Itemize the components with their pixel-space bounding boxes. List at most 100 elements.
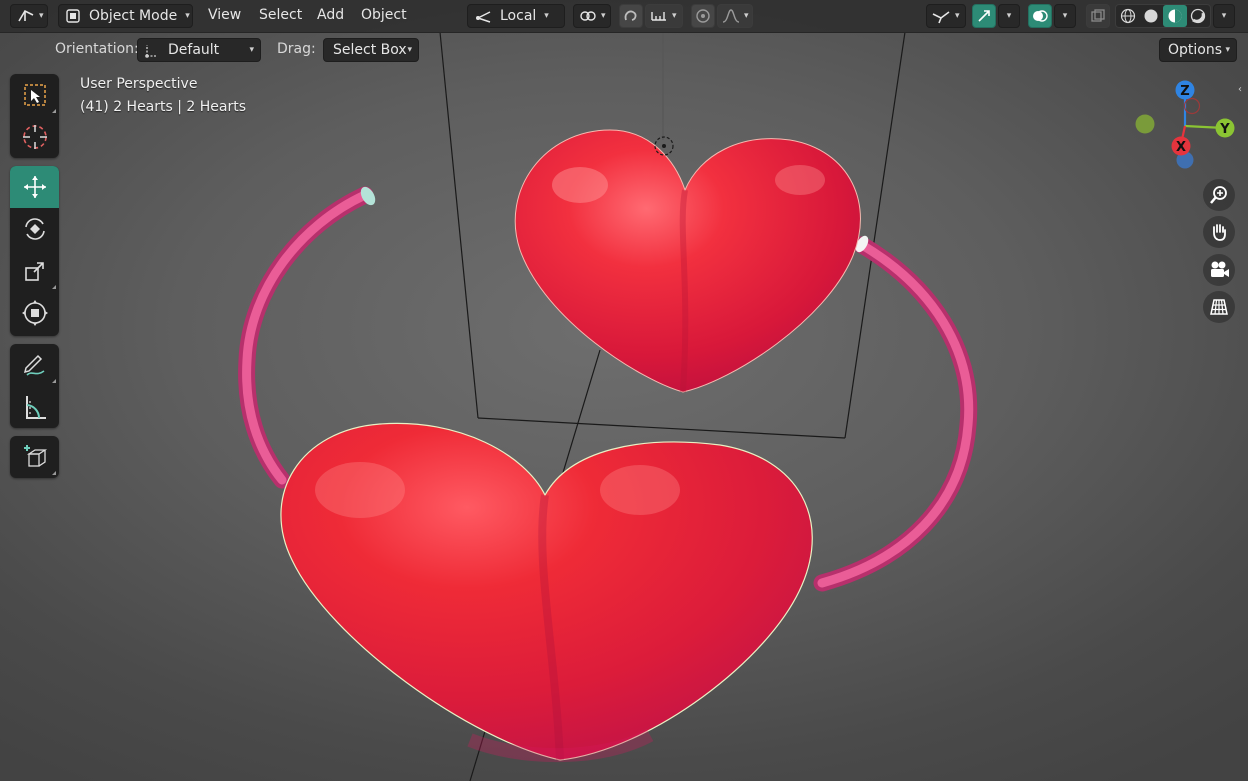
chevron-down-icon: ▾ [672, 11, 677, 21]
rendered-shading-button[interactable] [1187, 8, 1211, 24]
gizmo-dropdown[interactable]: ▾ [998, 4, 1020, 28]
falloff-dropdown[interactable]: ▾ [717, 4, 753, 28]
snap-target-dropdown[interactable]: ▾ [645, 4, 683, 28]
orientation-dropdown[interactable]: Default ▾ [137, 38, 261, 62]
proportional-edit-icon [696, 9, 710, 23]
shading-mode-group [1115, 4, 1211, 28]
pan-button[interactable] [1203, 216, 1235, 248]
chevron-down-icon: ▾ [1062, 11, 1068, 21]
editor-type-button[interactable]: ▾ [10, 4, 48, 28]
gizmo-axis-x[interactable]: X [1171, 136, 1191, 156]
scene-render [238, 31, 978, 781]
sidebar-toggle-arrow-icon[interactable]: ‹ [1238, 84, 1242, 95]
add-cube-tool[interactable] [10, 436, 59, 478]
xray-toggle[interactable] [1086, 4, 1110, 28]
tool-group-select [10, 74, 59, 158]
proportional-edit-toggle[interactable] [691, 4, 715, 28]
grid-icon [1210, 299, 1228, 315]
mode-label: Object Mode [89, 8, 178, 24]
svg-text:Y: Y [1219, 122, 1230, 137]
wireframe-shading-button[interactable] [1116, 8, 1140, 24]
camera-icon [1211, 261, 1229, 277]
scale-icon [24, 262, 44, 281]
wireframe-icon [1120, 8, 1135, 24]
chevron-down-icon: ▾ [249, 45, 254, 55]
move-tool[interactable] [10, 166, 59, 208]
visibility-dropdown[interactable]: ▾ [926, 4, 966, 28]
rotate-icon [24, 218, 45, 240]
overlays-toggle[interactable] [1028, 4, 1052, 28]
tool-group-transform [10, 166, 59, 336]
material-sphere-icon [1168, 9, 1182, 23]
annotate-tool[interactable] [10, 344, 59, 386]
header-bar: ▾ Object Mode ▾ View Select Add Object L… [0, 0, 1248, 33]
select-box-tool[interactable] [10, 74, 59, 116]
pan-hand-icon [1213, 224, 1226, 241]
orientation-label: Orientation: [55, 41, 139, 57]
snap-toggle[interactable] [619, 4, 643, 28]
orientation-label: Local [500, 8, 537, 24]
annotate-icon [23, 354, 44, 376]
gizmo-axis-z[interactable]: Z [1175, 80, 1195, 100]
transform-orientation-dropdown[interactable]: Local ▾ [467, 4, 565, 28]
options-label: Options [1168, 42, 1223, 58]
measure-tool[interactable] [10, 386, 59, 428]
svg-text:X: X [1176, 140, 1186, 155]
view-name: User Perspective [80, 76, 198, 92]
zoom-button[interactable] [1203, 179, 1235, 211]
tool-variants-indicator [52, 379, 56, 383]
select-box-icon [23, 84, 46, 106]
object-mode-icon [66, 9, 80, 23]
selectability-icon [932, 11, 950, 24]
pivot-point-dropdown[interactable]: ▾ [573, 4, 611, 28]
chevron-down-icon: ▾ [1221, 11, 1227, 21]
tool-variants-indicator [52, 109, 56, 113]
svg-text:Z: Z [1180, 84, 1189, 99]
chevron-down-icon: ▾ [744, 11, 749, 21]
scale-tool[interactable] [10, 250, 59, 292]
overlays-dropdown[interactable]: ▾ [1054, 4, 1076, 28]
overlays-icon [1033, 10, 1048, 22]
gizmo-icon [978, 10, 990, 22]
chevron-down-icon: ▾ [39, 11, 44, 21]
perspective-toggle-button[interactable] [1203, 291, 1235, 323]
grid-axes-icon [18, 9, 34, 22]
menu-add[interactable]: Add [317, 7, 344, 23]
options-dropdown[interactable]: Options ▾ [1159, 38, 1237, 62]
falloff-curve-icon [722, 9, 740, 23]
chevron-down-icon: ▾ [544, 11, 549, 21]
cursor-icon [22, 125, 47, 149]
zoom-icon [1210, 186, 1227, 204]
rotate-tool[interactable] [10, 208, 59, 250]
add-cube-icon [23, 445, 47, 467]
shading-dropdown[interactable]: ▾ [1213, 4, 1235, 28]
gizmo-neg-y[interactable] [1135, 114, 1155, 134]
solid-shading-button[interactable] [1140, 8, 1164, 24]
pivot-icon [580, 11, 596, 21]
menu-select[interactable]: Select [259, 7, 302, 23]
transform-tool[interactable] [10, 292, 59, 334]
gizmo-toggle[interactable] [972, 4, 996, 28]
move-icon [23, 176, 46, 198]
camera-view-button[interactable] [1203, 254, 1235, 286]
orientation-icon [476, 11, 491, 23]
chevron-down-icon: ▾ [955, 11, 960, 21]
drag-value: Select Box [333, 42, 407, 58]
rendered-sphere-icon [1191, 8, 1206, 24]
drag-dropdown[interactable]: Select Box ▾ [323, 38, 419, 62]
orientation-axes-icon [145, 45, 157, 58]
mode-dropdown[interactable]: Object Mode ▾ [58, 4, 193, 28]
menu-view[interactable]: View [208, 7, 241, 23]
navigation-gizmo[interactable]: Z Y X [1128, 78, 1240, 178]
menu-object[interactable]: Object [361, 7, 407, 23]
tool-variants-indicator [52, 285, 56, 289]
snap-increment-icon [651, 12, 666, 21]
tool-group-add [10, 436, 59, 478]
chevron-down-icon: ▾ [601, 11, 606, 21]
material-shading-button[interactable] [1163, 5, 1187, 27]
cursor-tool[interactable] [10, 116, 59, 158]
tool-settings-bar: Orientation: Default ▾ Drag: Select Box … [0, 32, 1248, 66]
gizmo-axis-y[interactable]: Y [1215, 118, 1235, 138]
tool-variants-indicator [52, 471, 56, 475]
chevron-down-icon: ▾ [185, 11, 190, 21]
